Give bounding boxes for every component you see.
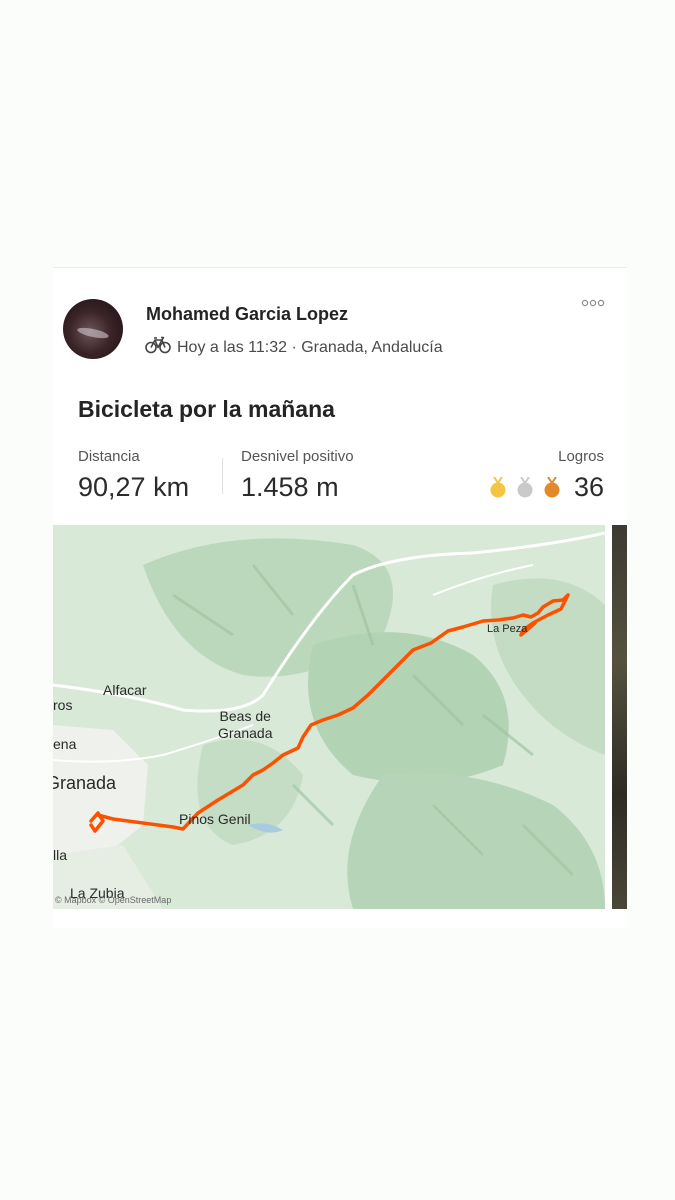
avatar-highlight <box>76 325 110 341</box>
gold-medal-icon <box>489 475 507 499</box>
stats-divider <box>222 458 223 494</box>
map-terrain <box>53 525 605 909</box>
more-horizontal-icon[interactable] <box>579 294 607 312</box>
map-label-beas: Beas de Granada <box>218 708 273 741</box>
map-label-la-peza: La Peza <box>487 623 528 635</box>
activity-card[interactable]: Mohamed Garcia Lopez Hoy a las 11:32 · G… <box>53 267 627 928</box>
author-name[interactable]: Mohamed Garcia Lopez <box>146 304 348 325</box>
bike-icon <box>145 336 171 359</box>
elevation-value: 1.458 m <box>241 472 339 502</box>
map-label-granada: Granada <box>53 773 117 793</box>
stat-achievements[interactable]: Logros 36 <box>489 448 604 503</box>
photo-carousel-peek[interactable] <box>612 525 627 909</box>
map-label-ros: ros <box>53 697 73 713</box>
map-label-ena: ena <box>53 736 77 752</box>
activity-title[interactable]: Bicicleta por la mañana <box>78 396 335 423</box>
stat-elevation: Desnivel positivo 1.458 m <box>241 448 354 503</box>
activity-time-location: Hoy a las 11:32 · Granada, Andalucía <box>177 338 443 356</box>
map-label-pinos-genil: Pinos Genil <box>179 811 251 827</box>
achievements-label: Logros <box>558 448 604 465</box>
achievements-count: 36 <box>573 472 604 502</box>
map-label-alfacar: Alfacar <box>103 682 147 698</box>
elevation-label: Desnivel positivo <box>241 448 354 465</box>
distance-value: 90,27 km <box>78 472 190 502</box>
activity-meta: Hoy a las 11:32 · Granada, Andalucía <box>145 336 443 359</box>
avatar[interactable] <box>63 299 123 359</box>
silver-medal-icon <box>516 475 534 499</box>
route-map[interactable]: Alfacar ros Beas de Granada ena Granada … <box>53 525 605 909</box>
bronze-medal-icon <box>543 475 561 499</box>
map-attribution: © Mapbox © OpenStreetMap <box>55 895 172 905</box>
distance-label: Distancia <box>78 448 140 465</box>
stat-distance: Distancia 90,27 km <box>78 448 189 503</box>
map-label-lla: lla <box>53 847 68 863</box>
achievements-row: 36 <box>489 472 604 503</box>
